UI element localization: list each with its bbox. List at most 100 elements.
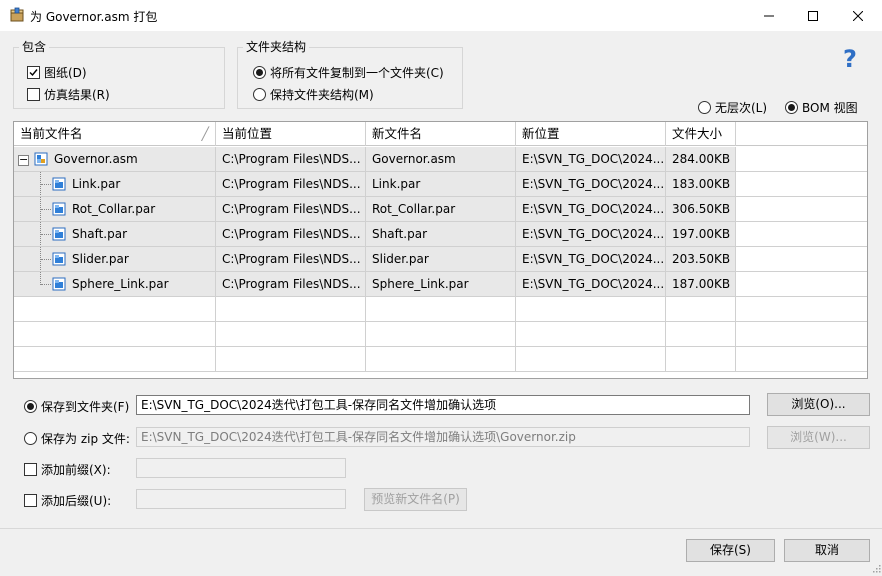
save-as-zip-label: 保存为 zip 文件: — [41, 432, 130, 446]
cell-new-name: Slider.par — [366, 247, 516, 272]
file-name-text: Governor.asm — [54, 152, 138, 166]
table-row[interactable]: Shaft.par C:\Program Files\NDS... Shaft.pa… — [14, 222, 867, 247]
add-prefix-checkbox[interactable]: 添加前缀(X): — [24, 461, 111, 478]
cell-current-name: − Governor.asm — [14, 147, 216, 172]
package-icon — [9, 7, 25, 23]
cell-file-size: 306.50KB — [666, 197, 736, 222]
minimize-button[interactable] — [746, 0, 792, 31]
column-header-blank — [736, 122, 867, 146]
table-row[interactable]: Sphere_Link.par C:\Program Files\NDS... Sp… — [14, 272, 867, 297]
add-prefix-label: 添加前缀(X): — [41, 463, 111, 477]
help-icon[interactable]: ? — [843, 46, 863, 72]
keep-folder-structure-radio[interactable]: 保持文件夹结构(M) — [253, 86, 374, 103]
part-file-icon — [52, 200, 66, 216]
radio-circle — [24, 432, 37, 445]
cell-blank — [736, 172, 867, 197]
zip-path-field[interactable]: E:\SVN_TG_DOC\2024迭代\打包工具-保存同名文件增加确认选项\G… — [136, 427, 750, 447]
preview-new-name-button[interactable]: 预览新文件名(P) — [364, 488, 467, 511]
cancel-button[interactable]: 取消 — [784, 539, 870, 562]
copy-to-one-folder-radio[interactable]: 将所有文件复制到一个文件夹(C) — [253, 64, 444, 81]
column-header-current-name[interactable]: 当前文件名 ╱ — [14, 122, 216, 146]
browse-zip-button[interactable]: 浏览(W)... — [767, 426, 870, 449]
cell-blank — [736, 147, 867, 172]
cell-file-size — [666, 347, 736, 372]
minimize-icon — [764, 15, 774, 16]
part-file-icon — [52, 250, 66, 266]
radio-circle — [698, 101, 711, 114]
cell-new-location — [516, 297, 666, 322]
table-row[interactable]: Slider.par C:\Program Files\NDS... Slider.… — [14, 247, 867, 272]
part-file-icon — [52, 225, 66, 241]
cell-blank — [736, 347, 867, 372]
tree-connector — [40, 172, 51, 196]
empty-table-row — [14, 347, 867, 372]
empty-table-row — [14, 297, 867, 322]
browse-folder-button[interactable]: 浏览(O)... — [767, 393, 870, 416]
simulation-results-checkbox[interactable]: 仿真结果(R) — [27, 86, 110, 103]
cell-file-size — [666, 322, 736, 347]
bom-view-label: BOM 视图 — [802, 101, 858, 115]
radio-circle — [785, 101, 798, 114]
maximize-icon — [808, 10, 818, 21]
tree-connector — [40, 222, 51, 246]
cell-current-location: C:\Program Files\NDS... — [216, 197, 366, 222]
flat-view-radio[interactable]: 无层次(L) — [698, 99, 767, 116]
close-button[interactable] — [835, 0, 881, 31]
file-name-text: Sphere_Link.par — [72, 277, 169, 291]
cell-new-location: E:\SVN_TG_DOC\2024... — [516, 272, 666, 297]
cell-new-location — [516, 347, 666, 372]
resize-grip-icon[interactable] — [871, 562, 881, 573]
table-header: 当前文件名 ╱ 当前位置 新文件名 新位置 文件大小 — [14, 122, 867, 146]
window-title: 为 Governor.asm 打包 — [30, 10, 158, 24]
cell-file-size: 284.00KB — [666, 147, 736, 172]
checkbox-box — [27, 88, 40, 101]
checkbox-box — [24, 494, 37, 507]
cell-current-name: Sphere_Link.par — [14, 272, 216, 297]
prefix-field[interactable] — [136, 458, 346, 478]
cell-new-name: Shaft.par — [366, 222, 516, 247]
cell-current-name: Link.par — [14, 172, 216, 197]
file-table[interactable]: 当前文件名 ╱ 当前位置 新文件名 新位置 文件大小 − Governor.asm… — [13, 121, 868, 379]
save-button[interactable]: 保存(S) — [686, 539, 775, 562]
cell-current-location: C:\Program Files\NDS... — [216, 222, 366, 247]
flat-view-label: 无层次(L) — [715, 101, 768, 115]
cell-new-name: Link.par — [366, 172, 516, 197]
cell-new-name — [366, 297, 516, 322]
tree-connector — [40, 197, 51, 221]
cell-new-name — [366, 347, 516, 372]
cell-current-name — [14, 297, 216, 322]
radio-circle — [24, 400, 37, 413]
bom-view-radio[interactable]: BOM 视图 — [785, 99, 858, 116]
table-row[interactable]: − Governor.asm C:\Program Files\NDS... Gove… — [14, 147, 867, 172]
column-header-current-location[interactable]: 当前位置 — [216, 122, 366, 146]
column-header-new-location[interactable]: 新位置 — [516, 122, 666, 146]
cell-new-location — [516, 322, 666, 347]
simulation-results-label: 仿真结果(R) — [44, 88, 110, 102]
cell-new-location: E:\SVN_TG_DOC\2024... — [516, 197, 666, 222]
cell-new-name — [366, 322, 516, 347]
save-to-folder-radio[interactable]: 保存到文件夹(F) — [24, 398, 129, 415]
include-group-label: 包含 — [19, 38, 50, 55]
copy-to-one-folder-label: 将所有文件复制到一个文件夹(C) — [270, 66, 444, 80]
cell-current-location — [216, 297, 366, 322]
save-as-zip-radio[interactable]: 保存为 zip 文件: — [24, 430, 130, 447]
file-name-text: Shaft.par — [72, 227, 128, 241]
table-row[interactable]: Rot_Collar.par C:\Program Files\NDS... Rot… — [14, 197, 867, 222]
table-row[interactable]: Link.par C:\Program Files\NDS... Link.par E… — [14, 172, 867, 197]
column-header-new-name[interactable]: 新文件名 — [366, 122, 516, 146]
cell-new-location: E:\SVN_TG_DOC\2024... — [516, 172, 666, 197]
add-suffix-checkbox[interactable]: 添加后缀(U): — [24, 492, 111, 509]
cell-blank — [736, 247, 867, 272]
save-folder-path-field[interactable]: E:\SVN_TG_DOC\2024迭代\打包工具-保存同名文件增加确认选项 — [136, 395, 750, 415]
cell-new-name: Governor.asm — [366, 147, 516, 172]
suffix-field[interactable] — [136, 489, 346, 509]
add-suffix-label: 添加后缀(U): — [41, 494, 112, 508]
checkbox-box — [27, 66, 40, 79]
maximize-button[interactable] — [790, 0, 836, 31]
cell-current-name: Rot_Collar.par — [14, 197, 216, 222]
radio-circle — [253, 66, 266, 79]
cell-current-name: Shaft.par — [14, 222, 216, 247]
drawings-checkbox[interactable]: 图纸(D) — [27, 64, 87, 81]
column-header-file-size[interactable]: 文件大小 — [666, 122, 736, 146]
collapse-toggle-icon[interactable]: − — [18, 154, 29, 166]
